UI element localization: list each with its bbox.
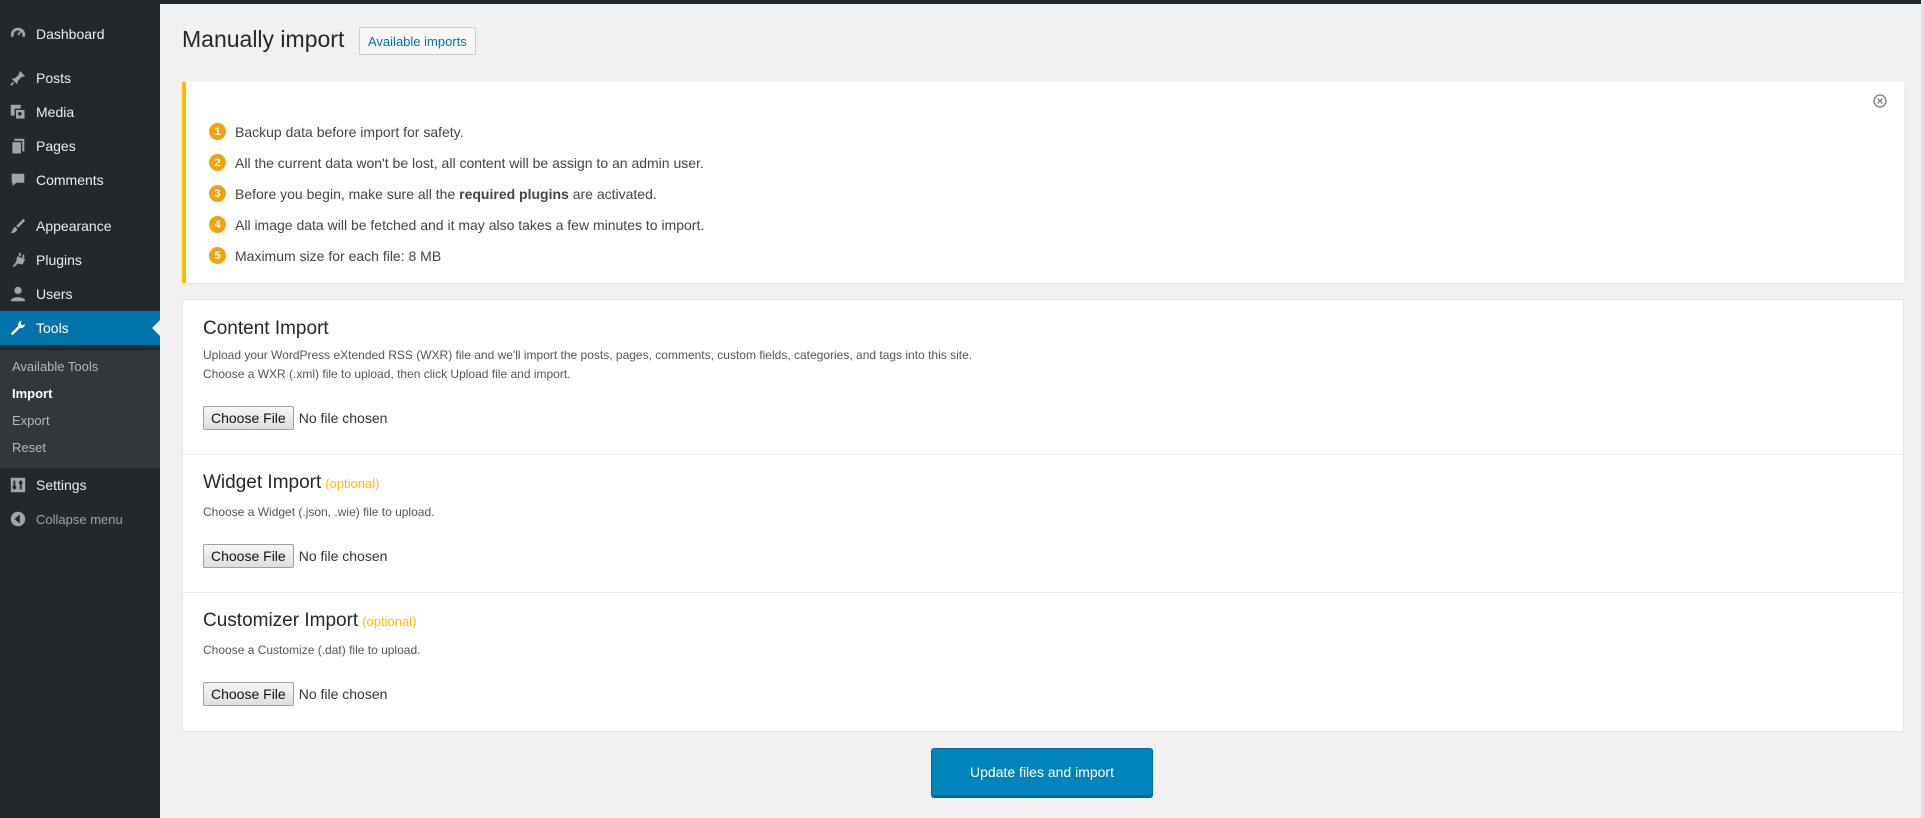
available-imports-button[interactable]: Available imports: [359, 27, 476, 55]
import-panel: Content Import Upload your WordPress eXt…: [182, 299, 1904, 732]
plug-icon: [9, 251, 27, 269]
content-file-status: No file chosen: [298, 410, 388, 426]
submenu-item-import[interactable]: Import: [12, 386, 52, 401]
sidebar-item-label: Plugins: [36, 252, 82, 268]
notice-text: Maximum size for each file: 8 MB: [235, 247, 442, 264]
notice-text: Before you begin, make sure all the requ…: [235, 186, 657, 202]
sidebar-item-label: Posts: [36, 70, 72, 86]
notice-text: Backup data before import for safety.: [235, 123, 464, 140]
dismiss-notice-icon[interactable]: [1872, 93, 1888, 109]
main-content: Manually import Available imports 1 Back…: [160, 4, 1924, 818]
user-icon: [9, 285, 27, 303]
notice-text: All the current data won't be lost, all …: [235, 154, 704, 171]
customizer-import-title: Customizer Import (optional): [203, 610, 416, 632]
brush-icon: [9, 217, 27, 235]
customizer-file-status: No file chosen: [298, 686, 388, 702]
collapse-menu-label: Collapse menu: [36, 511, 123, 527]
customizer-import-section: Customizer Import (optional) Choose a Cus…: [183, 593, 1903, 731]
step-number-badge: 2: [209, 154, 226, 171]
pages-icon: [9, 137, 27, 155]
notice-item: 4 All image data will be fetched and it …: [209, 209, 704, 240]
customizer-import-description: Choose a Customize (.dat) file to upload…: [203, 643, 421, 657]
customizer-choose-file-button[interactable]: Choose File: [203, 682, 294, 706]
notice-item: 1 Backup data before import for safety.: [209, 116, 704, 147]
collapse-icon: [9, 510, 27, 528]
widget-file-status: No file chosen: [298, 548, 388, 564]
required-plugins-text: required plugins: [459, 185, 569, 202]
content-import-desc-line: Choose a WXR (.xml) file to upload, then…: [203, 367, 571, 381]
notice-text-after: are activated.: [568, 185, 657, 202]
widget-choose-file-button[interactable]: Choose File: [203, 544, 294, 568]
sidebar-item-pages[interactable]: Pages: [0, 129, 160, 163]
sidebar-item-settings[interactable]: Settings: [0, 468, 160, 502]
media-icon: [9, 103, 27, 121]
submenu-item-export[interactable]: Export: [12, 413, 50, 428]
customizer-file-input: Choose File No file chosen: [203, 682, 387, 706]
sidebar-item-plugins[interactable]: Plugins: [0, 243, 160, 277]
sidebar-item-label: Pages: [36, 138, 76, 154]
content-import-desc-line: Upload your WordPress eXtended RSS (WXR)…: [203, 348, 973, 362]
sidebar-item-label: Users: [36, 286, 73, 302]
optional-label: (optional): [325, 476, 380, 491]
tools-submenu: Available Tools Import Export Reset: [0, 350, 160, 468]
step-number-badge: 3: [209, 185, 226, 202]
step-number-badge: 5: [209, 247, 226, 264]
collapse-menu-button[interactable]: Collapse menu: [0, 502, 160, 536]
widget-file-input: Choose File No file chosen: [203, 544, 387, 568]
sidebar-item-appearance[interactable]: Appearance: [0, 209, 160, 243]
comment-icon: [9, 171, 27, 189]
notice-text: All image data will be fetched and it ma…: [235, 216, 705, 233]
optional-label: (optional): [362, 614, 417, 629]
sidebar-item-label: Media: [36, 104, 75, 120]
dashboard-icon: [9, 25, 27, 43]
sidebar-item-label: Tools: [36, 320, 69, 336]
widget-import-title-text: Widget Import: [203, 472, 322, 493]
widget-import-description: Choose a Widget (.json, .wie) file to up…: [203, 505, 435, 519]
notice-text-before: Before you begin, make sure all the: [235, 185, 460, 202]
content-import-description: Upload your WordPress eXtended RSS (WXR)…: [203, 346, 972, 384]
sidebar-item-posts[interactable]: Posts: [0, 61, 160, 95]
sidebar-item-label: Dashboard: [36, 26, 105, 42]
sidebar-item-label: Settings: [36, 477, 87, 493]
widget-import-title: Widget Import (optional): [203, 472, 379, 494]
content-import-section: Content Import Upload your WordPress eXt…: [183, 300, 1903, 454]
notice-item: 5 Maximum size for each file: 8 MB: [209, 240, 704, 271]
settings-icon: [9, 476, 27, 494]
submenu-item-reset[interactable]: Reset: [12, 440, 46, 455]
wrench-icon: [9, 319, 27, 337]
admin-sidebar: Dashboard Posts Media Pages Comments App…: [0, 0, 160, 818]
content-import-title: Content Import: [203, 318, 329, 339]
sidebar-item-tools[interactable]: Tools: [0, 311, 160, 345]
sidebar-item-users[interactable]: Users: [0, 277, 160, 311]
notice-item: 3 Before you begin, make sure all the re…: [209, 178, 704, 209]
step-number-badge: 4: [209, 216, 226, 233]
content-choose-file-button[interactable]: Choose File: [203, 406, 294, 430]
customizer-import-title-text: Customizer Import: [203, 610, 359, 631]
sidebar-item-label: Appearance: [36, 218, 112, 234]
submenu-item-available-tools[interactable]: Available Tools: [12, 359, 98, 374]
sidebar-item-dashboard[interactable]: Dashboard: [0, 17, 160, 51]
update-and-import-button[interactable]: Update files and import: [931, 748, 1153, 796]
sidebar-item-comments[interactable]: Comments: [0, 163, 160, 197]
sidebar-item-media[interactable]: Media: [0, 95, 160, 129]
import-notice: 1 Backup data before import for safety. …: [182, 82, 1904, 283]
notice-item: 2 All the current data won't be lost, al…: [209, 147, 704, 178]
step-number-badge: 1: [209, 123, 226, 140]
pin-icon: [9, 69, 27, 87]
sidebar-item-label: Comments: [36, 172, 104, 188]
page-title: Manually import: [182, 26, 345, 52]
content-file-input: Choose File No file chosen: [203, 406, 387, 430]
widget-import-section: Widget Import (optional) Choose a Widget …: [183, 455, 1903, 592]
notice-list: 1 Backup data before import for safety. …: [209, 116, 704, 271]
